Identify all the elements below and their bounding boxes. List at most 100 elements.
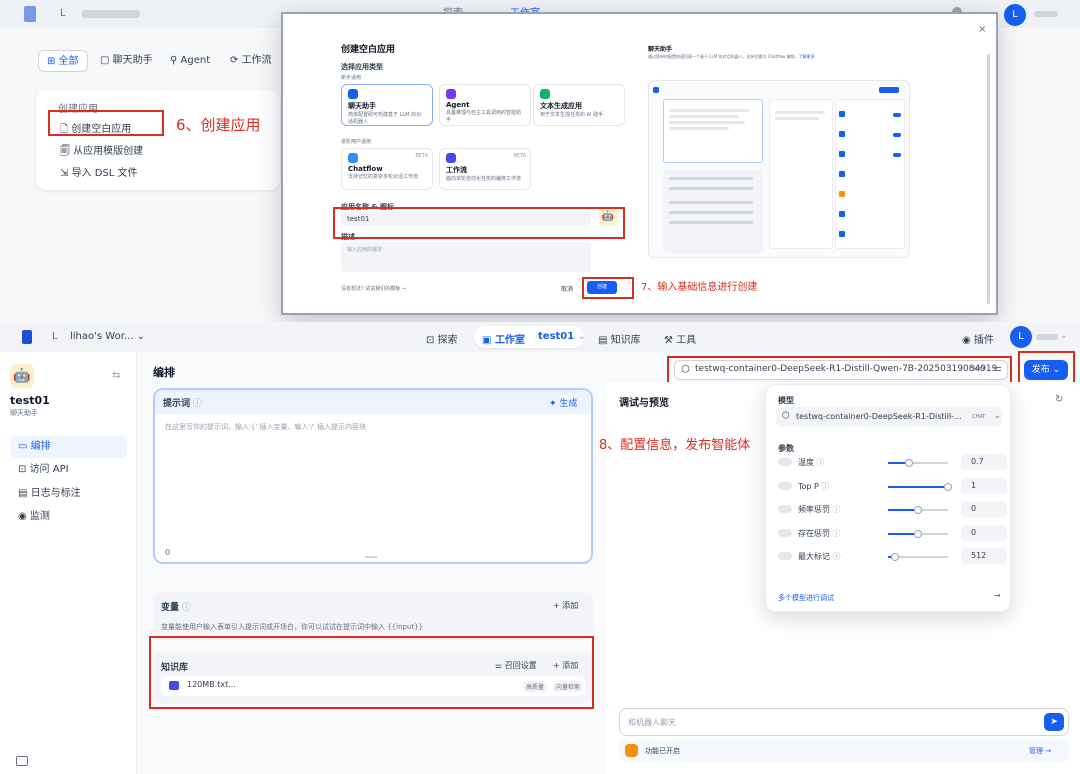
prompt-header: [155, 390, 591, 414]
modal-scrollbar[interactable]: [987, 54, 990, 304]
param-row: 温度 ⓘ 0.7: [778, 454, 1008, 471]
param-value[interactable]: 1: [961, 477, 1007, 494]
popup-model-select[interactable]: ⬡ testwq-container0-DeepSeek-R1-Distill-…: [776, 407, 1002, 427]
param-value[interactable]: 0.7: [961, 454, 1007, 470]
expand-panel-icon[interactable]: [16, 756, 28, 766]
param-slider-knob[interactable]: [914, 506, 922, 514]
param-toggle[interactable]: [778, 505, 792, 513]
prompt-label-text: 提示词: [163, 399, 191, 409]
preview-desc-text: 通过简单的配置快速搭建一个基于 LLM 的对话机器人。支持切换为 Chatflo…: [648, 54, 799, 59]
multi-model-debug-link[interactable]: 多个模型进行调试: [778, 593, 834, 603]
publish-label: 发布: [1031, 365, 1050, 375]
param-slider[interactable]: [888, 506, 948, 514]
model-selector[interactable]: ⬡ testwq-container0-DeepSeek-R1-Distill-…: [674, 360, 1008, 380]
info-icon: ⓘ: [190, 399, 202, 409]
param-value[interactable]: 512: [961, 548, 1007, 564]
arrow-right-icon[interactable]: →: [994, 591, 1001, 600]
param-toggle[interactable]: [778, 481, 792, 490]
filter-all[interactable]: ⊞ 全部: [38, 50, 88, 72]
type-card-chatflow[interactable]: Chatflow 支持记忆的复杂多轮对话工作流 BETA: [341, 148, 433, 190]
param-value[interactable]: 0: [961, 501, 1007, 517]
workspace-name-blurred: [82, 10, 140, 18]
section-advanced: 进阶用户适用: [341, 139, 372, 145]
filter-agent[interactable]: ⚲ Agent: [162, 50, 218, 72]
desc-textarea[interactable]: 输入应用的描述: [341, 242, 591, 272]
filter-agent-label: Agent: [180, 55, 211, 66]
model-cube-icon: ⬡: [681, 364, 690, 375]
param-slider-knob[interactable]: [944, 482, 952, 491]
nav-explore[interactable]: ⊡ 探索: [426, 331, 458, 346]
param-slider-knob[interactable]: [914, 529, 922, 538]
chat-bot-icon: [348, 89, 358, 99]
param-slider[interactable]: [888, 482, 952, 491]
filter-workflow[interactable]: ⟳ 工作流: [222, 50, 280, 72]
generate-button[interactable]: ✦ 生成: [549, 396, 577, 409]
card-desc: 支持记忆的复杂多轮对话工作流: [348, 174, 419, 180]
studio-icon: ▣: [482, 335, 495, 346]
avatar[interactable]: L: [1004, 4, 1026, 26]
param-slider[interactable]: [888, 459, 948, 467]
annotation-step8: 8、配置信息，发布智能体: [599, 438, 751, 453]
username-blurred: [1036, 334, 1058, 340]
param-value[interactable]: 0: [961, 524, 1007, 541]
close-icon[interactable]: ×: [978, 24, 986, 35]
param-toggle[interactable]: [778, 528, 792, 537]
template-link[interactable]: 没有想法? 试试我们的模板 →: [341, 285, 406, 292]
create-from-template[interactable]: 🗐 从应用模版创建: [60, 142, 143, 161]
settings-sliders-icon[interactable]: ⚌: [993, 363, 1002, 374]
filter-chat[interactable]: ▢ 聊天助手: [92, 50, 161, 72]
prompt-editor[interactable]: 提示词 ⓘ ✦ 生成 在这里写你的提示词，输入'{' 插入变量、输入'/' 插入…: [153, 388, 593, 564]
current-app-selector[interactable]: test01 ⌄: [538, 331, 586, 342]
beta-badge: BETA: [415, 153, 428, 159]
model-cube-icon: ⬡: [782, 411, 790, 421]
param-slider[interactable]: [888, 529, 948, 538]
param-name: Top P: [798, 481, 819, 491]
nav-plugins-label: 插件: [973, 335, 994, 346]
type-card-textgen[interactable]: 文本生成应用 用于文本生成任务的 AI 助手: [533, 84, 625, 126]
nav-knowledge[interactable]: ▤ 知识库: [598, 331, 641, 346]
refresh-icon[interactable]: ↻: [1055, 394, 1063, 405]
sidebar-item-orchestrate[interactable]: ▭ 编排: [10, 436, 127, 458]
nav-plugins[interactable]: ◉ 插件: [962, 331, 994, 346]
add-variable-button[interactable]: + 添加: [553, 600, 578, 611]
chevron-down-icon[interactable]: ⌄: [1060, 331, 1068, 341]
chat-input[interactable]: 和机器人聊天 ➤: [619, 708, 1069, 736]
preview-logo-icon: [653, 87, 659, 93]
send-icon[interactable]: ➤: [1044, 713, 1064, 731]
log-icon: ▤: [18, 488, 31, 499]
app-preview-image: [648, 80, 910, 258]
sidebar-item-api[interactable]: ⊡ 访问 API: [10, 459, 127, 481]
type-card-workflow[interactable]: 工作流 面向单轮自动化任务的编排工作流 BETA: [439, 148, 531, 190]
param-toggle[interactable]: [778, 458, 792, 466]
avatar[interactable]: L: [1010, 326, 1032, 348]
cancel-button[interactable]: 取消: [561, 284, 573, 293]
chevron-down-icon: ⌄: [133, 331, 145, 342]
param-row: 频率惩罚 ⓘ 0: [778, 501, 1008, 518]
preview-title: 聊天助手: [648, 46, 673, 53]
book-icon: ▤: [598, 335, 611, 346]
sidebar-item-label: 监测: [29, 511, 50, 522]
sidebar-item-monitor[interactable]: ◉ 监测: [10, 506, 127, 528]
param-slider-knob[interactable]: [891, 553, 900, 561]
preview-features: [835, 99, 905, 249]
publish-button[interactable]: 发布 ⌄: [1024, 360, 1068, 380]
param-toggle[interactable]: [778, 552, 792, 560]
sidebar-item-logs[interactable]: ▤ 日志与标注: [10, 483, 127, 505]
param-slider[interactable]: [888, 553, 948, 561]
param-slider-knob[interactable]: [905, 459, 913, 467]
variables-hint: 变量能使用户输入表单引入提示词或开场白，你可以试试在提示词中输入 {{input…: [161, 623, 424, 631]
resize-handle[interactable]: [365, 556, 377, 558]
nav-tools[interactable]: ⚒ 工具: [664, 331, 696, 346]
main-navbar: L lihao's Wor... ⌄ ⊡ 探索 ▣ 工作室 test01 ⌄ ▤…: [0, 322, 1080, 352]
workspace-selector[interactable]: lihao's Wor... ⌄: [70, 331, 145, 342]
manage-link[interactable]: 管理 →: [1029, 746, 1051, 756]
agent-icon: ⚲: [170, 55, 181, 66]
type-card-agent[interactable]: Agent 具备推理与自主工具调用的智能助手: [439, 84, 531, 126]
type-card-chat[interactable]: 聊天助手 简单配置即可构建基于 LLM 的对话机器人: [341, 84, 433, 126]
nav-studio[interactable]: ▣ 工作室: [482, 331, 525, 346]
add-label: 添加: [562, 601, 579, 610]
info-icon: ⓘ: [830, 552, 841, 561]
preview-link[interactable]: 了解更多: [799, 54, 815, 59]
import-dsl[interactable]: ⇲ 导入 DSL 文件: [60, 164, 138, 179]
collapse-toggle-icon[interactable]: ⇆: [112, 370, 120, 381]
